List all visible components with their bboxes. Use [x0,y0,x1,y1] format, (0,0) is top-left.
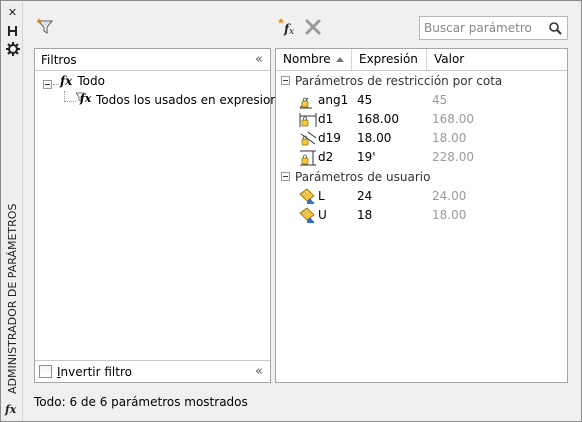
invert-filter-checkbox[interactable] [39,365,52,378]
parameters-manager-palette: ✕ ADMINISTRADOR DE PARÁMETROS fx f x Bus… [0,0,582,422]
column-label: Valor [434,52,465,66]
invert-filter-label[interactable]: Invertir filtro [57,365,132,379]
column-header-expression[interactable]: Expresión [352,49,427,70]
param-value: 168.00 [432,112,474,126]
filters-header: Filtros « [35,49,270,71]
param-expression[interactable]: 19' [357,148,376,167]
palette-title-strip: ✕ ADMINISTRADOR DE PARÁMETROS fx [2,2,23,421]
fx-icon: fx [60,74,73,88]
group-row-dimensional-constraints[interactable]: Parámetros de restricción por cota [276,72,567,90]
parameters-grid: Nombre Expresión Valor Parámetros de res… [275,48,568,383]
search-input[interactable] [424,20,544,36]
group-label: Parámetros de restricción por cota [295,74,503,88]
group-label: Parámetros de usuario [295,170,431,184]
column-header-name[interactable]: Nombre [276,49,352,70]
column-header-value[interactable]: Valor [427,49,567,70]
param-row-L[interactable]: L 24 24.00 [276,187,567,206]
param-expression[interactable]: 18 [357,206,372,225]
invert-filter-text: nvertir filtro [60,365,132,379]
tree-connector [64,91,65,101]
close-icon[interactable]: ✕ [5,6,20,20]
tree-item-label: Todos los usados en expresiones [96,93,292,107]
param-name: U [318,208,327,222]
param-value: 228.00 [432,150,474,164]
palette-title[interactable]: ADMINISTRADOR DE PARÁMETROS [3,204,22,394]
search-icon[interactable] [548,21,563,36]
param-value: 18.00 [432,208,467,222]
tree-connector [64,101,76,102]
tree-item-todo[interactable]: fx Todo [60,72,105,90]
filters-title: Filtros [41,53,77,67]
param-name: d1 [318,112,334,126]
grid-header: Nombre Expresión Valor [276,49,567,71]
column-label: Nombre [283,52,331,66]
param-expression[interactable]: 24 [357,187,372,206]
tree-item-used-in-expressions[interactable]: fx Todos los usados en expresiones [76,91,292,109]
collapse-filters-icon[interactable]: « [252,53,266,67]
tree-connector [53,84,59,85]
param-name: ang1 [318,93,349,107]
delete-x-icon[interactable] [304,18,324,38]
user-parameter-icon [298,207,318,225]
user-parameter-icon [298,188,318,206]
param-expression[interactable]: 168.00 [357,110,399,129]
param-value: 18.00 [432,131,467,145]
vertical-dimension-icon [298,149,318,167]
column-label: Expresión [359,52,418,66]
new-user-parameter-icon[interactable]: f x [278,17,298,37]
status-text: Todo: 6 de 6 parámetros mostrados [34,395,248,409]
filtered-fx-icon: fx [76,92,92,106]
param-row-ang1[interactable]: ang1 45 45 [276,91,567,110]
fx-icon: fx [5,403,17,416]
auto-hide-icon[interactable] [5,24,20,38]
param-value: 24.00 [432,189,467,203]
group-expander[interactable] [281,172,290,181]
collapse-filters-bottom-icon[interactable]: « [252,365,266,379]
param-row-U[interactable]: U 18 18.00 [276,206,567,225]
param-row-d19[interactable]: d19 18.00 18.00 [276,129,567,148]
param-name: d19 [318,131,341,145]
filters-footer: Invertir filtro « [35,360,270,382]
param-row-d1[interactable]: d1 168.00 168.00 [276,110,567,129]
group-row-user-parameters[interactable]: Parámetros de usuario [276,168,567,186]
sort-ascending-icon [336,57,344,62]
param-name: L [318,189,325,203]
group-expander[interactable] [281,76,290,85]
param-expression[interactable]: 45 [357,91,372,110]
horizontal-dimension-icon [298,111,318,129]
fx-glyph: fx [80,92,92,105]
tree-expander-todo[interactable] [43,80,52,89]
param-expression[interactable]: 18.00 [357,129,391,148]
tree-item-label: Todo [77,74,105,88]
param-value: 45 [432,93,448,107]
funnel-icon[interactable] [36,18,57,38]
angular-dimension-icon [298,92,318,110]
param-row-d2[interactable]: d2 19' 228.00 [276,148,567,167]
param-name: d2 [318,150,334,164]
properties-gear-icon[interactable] [5,42,20,56]
search-box [419,16,568,40]
aligned-dimension-icon [298,130,318,148]
filters-panel: Filtros « fx Todo fx Todos los usados en … [34,48,292,383]
svg-text:x: x [289,27,294,37]
